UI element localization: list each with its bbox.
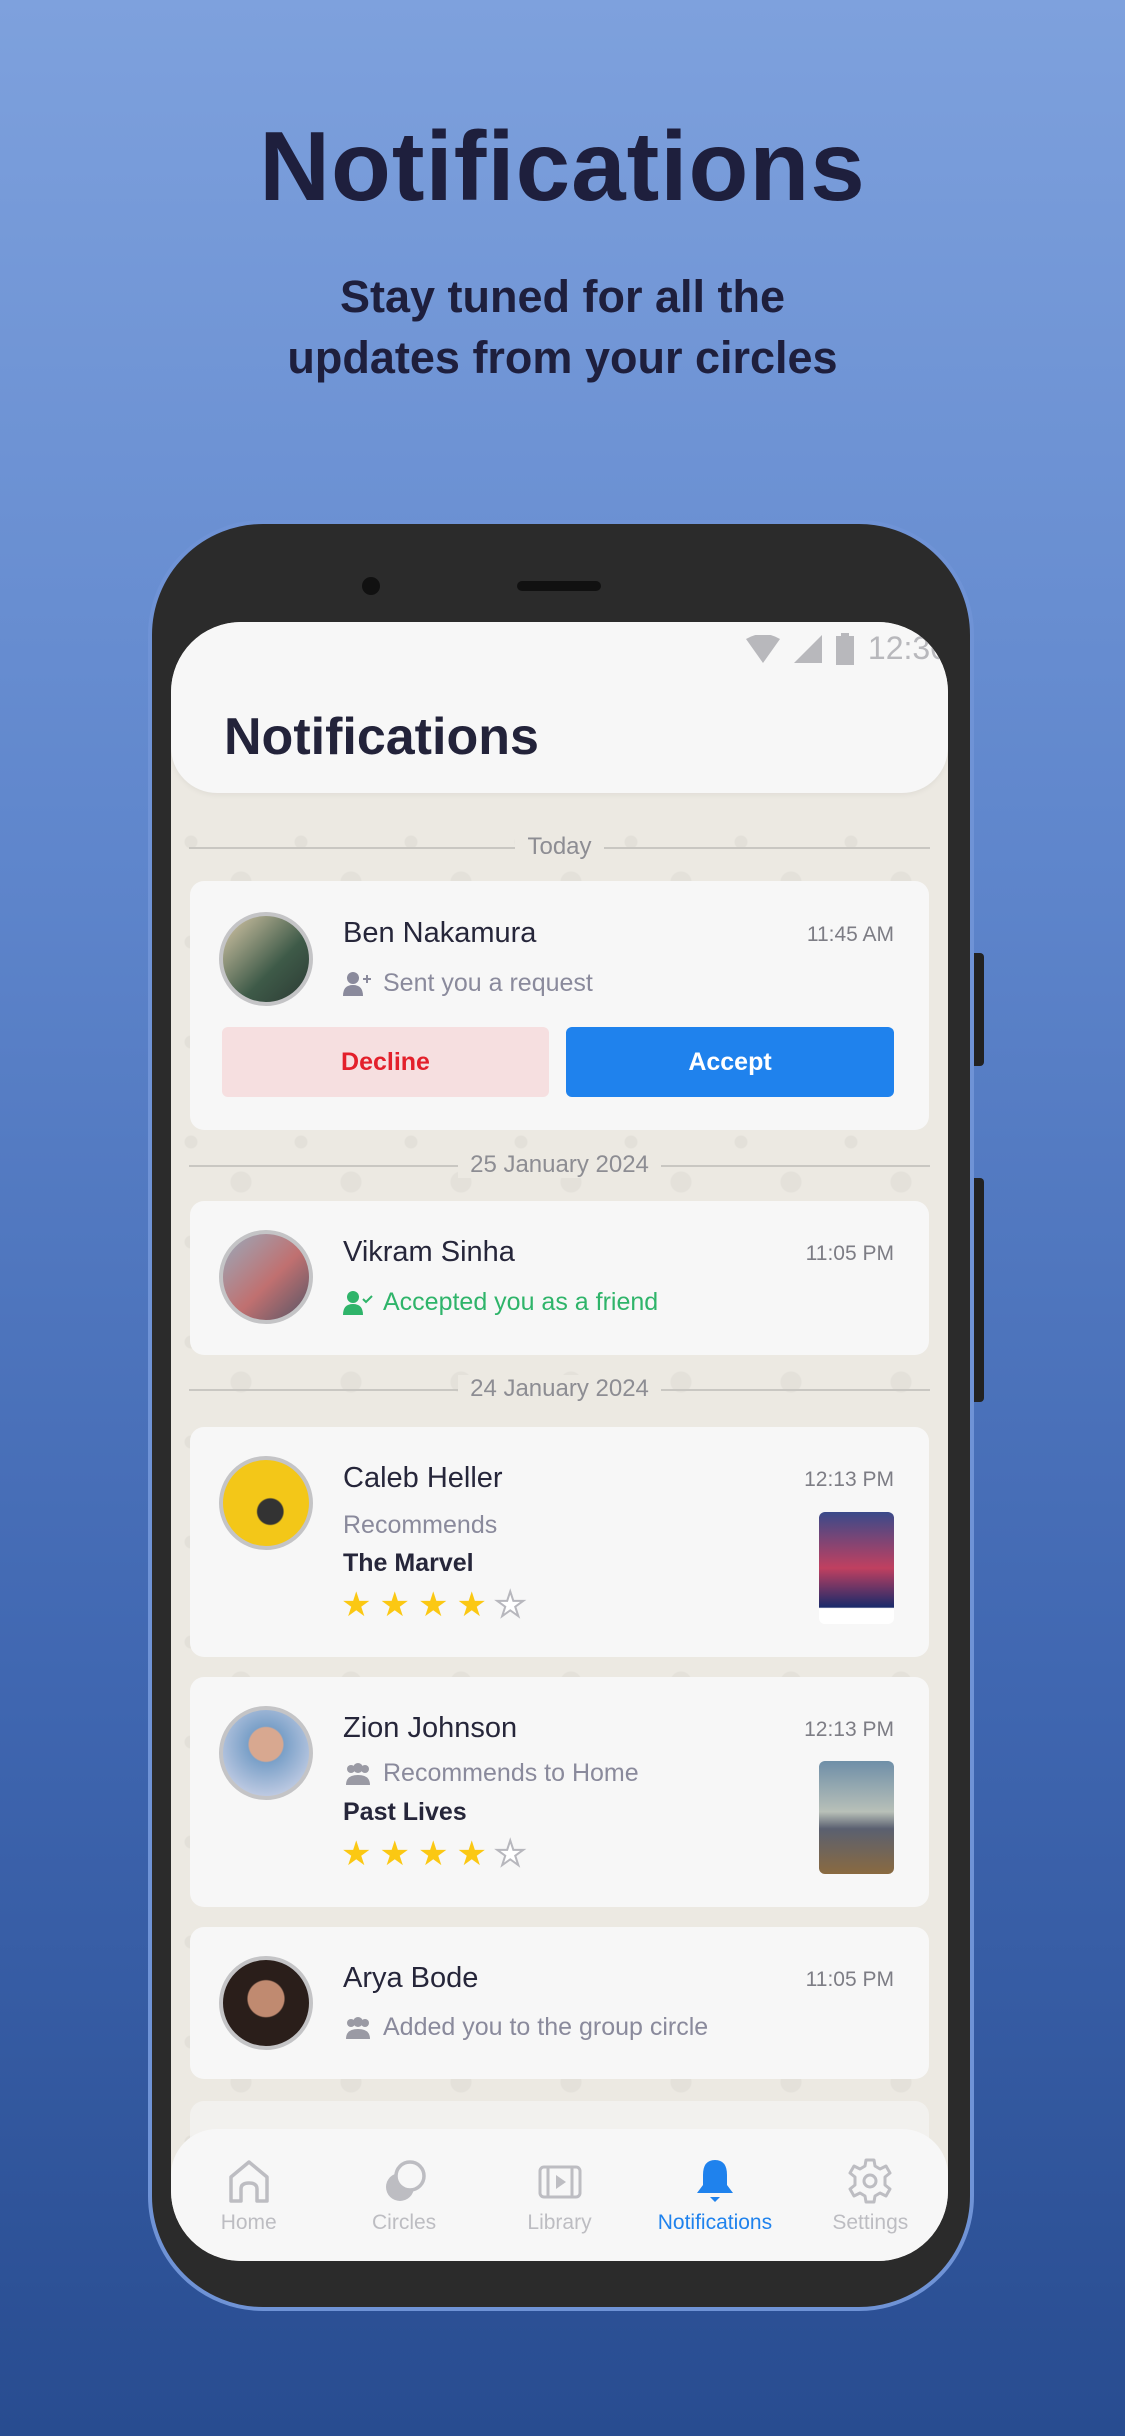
avatar[interactable]	[219, 1706, 313, 1800]
star-filled-icon: ★	[456, 1586, 487, 1624]
star-filled-icon: ★	[379, 1586, 410, 1624]
movie-poster[interactable]	[819, 1512, 894, 1624]
user-check-icon	[343, 1290, 373, 1315]
subtitle-line: updates from your circles	[287, 332, 838, 383]
hero-subtitle: Stay tuned for all the updates from your …	[0, 266, 1125, 388]
camera	[362, 577, 380, 595]
star-filled-icon: ★	[379, 1835, 410, 1873]
timestamp: 12:13 PM	[804, 1718, 894, 1741]
sender-name: Zion Johnson	[343, 1712, 518, 1744]
date-separator: Today	[189, 833, 930, 861]
status-bar: 12:30	[745, 630, 948, 667]
hero-title: Notifications	[259, 111, 866, 221]
phone-screen: 12:30 Notifications Today Ben Nakamura 1…	[171, 622, 948, 2261]
nav-home[interactable]: Home	[171, 2129, 326, 2261]
movie-poster[interactable]	[819, 1761, 894, 1874]
star-empty-icon: ★	[494, 1835, 527, 1873]
star-filled-icon: ★	[341, 1586, 372, 1624]
star-filled-icon: ★	[456, 1835, 487, 1873]
avatar[interactable]	[219, 1956, 313, 2050]
nav-settings[interactable]: Settings	[793, 2129, 948, 2261]
sender-name: Arya Bode	[343, 1962, 479, 1994]
nav-library[interactable]: Library	[482, 2129, 637, 2261]
bottom-nav: Home Circles Library Notifications Setti…	[171, 2129, 948, 2261]
speaker	[517, 581, 601, 591]
movie-title: The Marvel	[343, 1549, 474, 1577]
date-separator: 25 January 2024	[189, 1151, 930, 1179]
message: Accepted you as a friend	[343, 1288, 658, 1317]
group-icon	[346, 2016, 370, 2039]
signal-icon	[793, 634, 822, 663]
notification-card[interactable]: Zion Johnson 12:13 PM Recommends to Home…	[190, 1677, 929, 1907]
decline-button[interactable]: Decline	[222, 1027, 549, 1097]
star-filled-icon: ★	[341, 1835, 372, 1873]
accept-button[interactable]: Accept	[566, 1027, 894, 1097]
circles-icon	[386, 2160, 426, 2201]
phone-side-button	[974, 1178, 984, 1402]
sender-name: Caleb Heller	[343, 1462, 503, 1494]
page-title: Notifications	[224, 708, 539, 766]
sender-name: Vikram Sinha	[343, 1236, 515, 1268]
notification-card[interactable]: Ben Nakamura 11:45 AM Sent you a request…	[190, 881, 929, 1130]
notification-card[interactable]: Vikram Sinha 11:05 PM Accepted you as a …	[190, 1201, 929, 1355]
star-rating: ★ ★ ★ ★ ★	[341, 1835, 527, 1873]
timestamp: 11:45 AM	[806, 923, 894, 946]
avatar[interactable]	[219, 1230, 313, 1324]
phone-side-button	[974, 953, 984, 1066]
star-rating: ★ ★ ★ ★ ★	[341, 1586, 527, 1624]
timestamp: 12:13 PM	[804, 1468, 894, 1491]
message: Recommends to Home	[343, 1759, 639, 1788]
star-filled-icon: ★	[417, 1586, 449, 1624]
status-time: 12:30	[867, 630, 948, 666]
avatar[interactable]	[219, 912, 313, 1006]
user-plus-icon	[343, 971, 371, 996]
nav-notifications[interactable]: Notifications	[637, 2129, 792, 2261]
star-filled-icon: ★	[417, 1835, 449, 1873]
subtitle-line: Stay tuned for all the	[339, 271, 786, 322]
nav-circles[interactable]: Circles	[326, 2129, 481, 2261]
movie-title: Past Lives	[343, 1798, 467, 1826]
battery-icon	[835, 632, 854, 665]
sender-name: Ben Nakamura	[343, 917, 537, 949]
avatar[interactable]	[219, 1456, 313, 1550]
notification-card[interactable]: Arya Bode 11:05 PM Added you to the grou…	[190, 1927, 929, 2079]
group-icon	[346, 1762, 370, 1785]
bell-icon	[696, 2160, 733, 2202]
wifi-icon	[745, 634, 780, 663]
date-separator: 24 January 2024	[189, 1375, 930, 1403]
message: Recommends	[343, 1511, 498, 1539]
app-header: 12:30 Notifications	[171, 622, 948, 793]
notification-card[interactable]: Caleb Heller 12:13 PM Recommends The Mar…	[190, 1427, 929, 1657]
timestamp: 11:05 PM	[805, 1968, 894, 1991]
message: Sent you a request	[343, 969, 593, 998]
home-icon	[228, 2160, 269, 2203]
library-icon	[538, 2165, 582, 2199]
message: Added you to the group circle	[343, 2013, 708, 2042]
star-empty-icon: ★	[494, 1586, 527, 1624]
gear-icon	[848, 2158, 892, 2204]
timestamp: 11:05 PM	[805, 1242, 894, 1265]
